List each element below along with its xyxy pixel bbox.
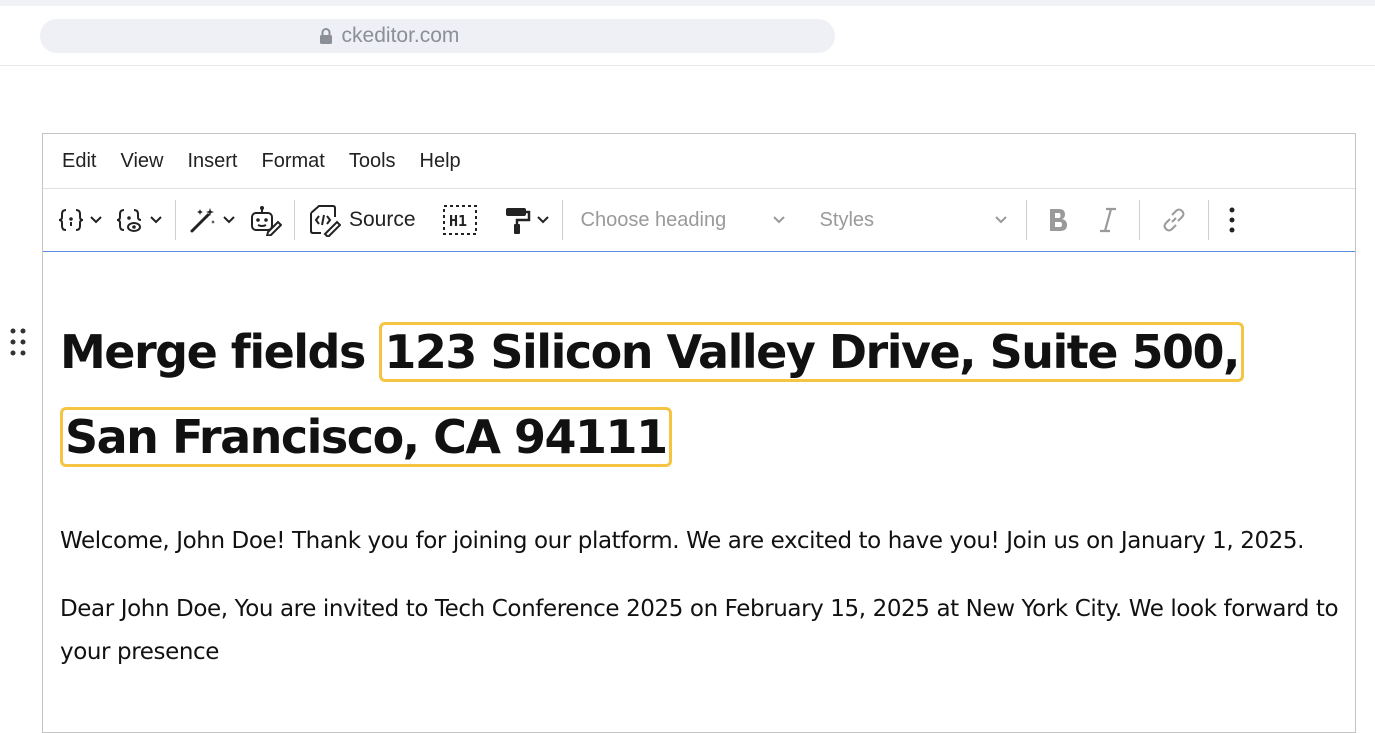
lock-icon: [319, 28, 332, 44]
more-options-button[interactable]: [1215, 198, 1249, 242]
editor: Edit View Insert Format Tools Help Sourc…: [10, 133, 1356, 733]
welcome-paragraph[interactable]: Welcome, John Doe! Thank you for joining…: [60, 520, 1339, 563]
merge-fields-preview-button[interactable]: [109, 198, 169, 242]
editable-content[interactable]: Merge fields 123 Silicon Valley Drive, S…: [10, 252, 1355, 674]
chevron-down-icon: [90, 216, 102, 224]
vertical-ellipsis-icon: [1229, 207, 1235, 233]
link-button[interactable]: [1146, 198, 1202, 242]
menu-edit[interactable]: Edit: [50, 141, 108, 181]
chevron-down-icon: [994, 216, 1007, 224]
svg-text:H1: H1: [449, 212, 467, 230]
paint-roller-icon: [505, 208, 530, 234]
toolbar-separator: [1138, 200, 1140, 240]
chevron-down-icon: [536, 216, 549, 224]
link-icon: [1163, 208, 1185, 232]
menu-help[interactable]: Help: [408, 141, 473, 181]
heading-dropdown[interactable]: Choose heading: [569, 198, 798, 242]
toolbar-separator: [175, 200, 176, 240]
toolbar-separator: [561, 200, 563, 240]
document-heading[interactable]: Merge fields 123 Silicon Valley Drive, S…: [60, 252, 1339, 480]
heading-text: Merge fields: [60, 325, 366, 379]
chevron-down-icon: [223, 216, 235, 224]
chevron-down-icon: [772, 216, 785, 224]
toolbar-separator: [1207, 200, 1209, 240]
merge-field-icon: [58, 209, 84, 231]
format-painter-button[interactable]: [498, 198, 556, 242]
drag-handle-icon[interactable]: [8, 327, 28, 359]
ai-assistant-button[interactable]: [242, 198, 288, 242]
toolbar-separator: [294, 200, 295, 240]
browser-top-strip: [0, 0, 1375, 6]
magic-wand-icon: [190, 208, 215, 233]
browser-divider: [0, 65, 1375, 66]
merge-fields-button[interactable]: [51, 198, 109, 242]
show-blocks-icon: H1: [442, 205, 477, 235]
chevron-down-icon: [150, 216, 162, 224]
italic-button[interactable]: [1083, 198, 1133, 242]
styles-dropdown-label: Styles: [819, 208, 875, 231]
source-button[interactable]: Source: [301, 198, 422, 242]
menu-view[interactable]: View: [108, 141, 175, 181]
menu-tools[interactable]: Tools: [337, 141, 408, 181]
toolbar: Source H1 Choose heading Styles: [43, 189, 1355, 252]
show-blocks-button[interactable]: H1: [436, 198, 484, 242]
menu-format[interactable]: Format: [250, 141, 337, 181]
menu-insert[interactable]: Insert: [175, 141, 249, 181]
merge-field-address-line2: Francisco, CA 94111: [171, 410, 668, 464]
merge-field-preview-icon: [116, 209, 142, 232]
menu-bar: Edit View Insert Format Tools Help: [43, 134, 1355, 189]
bold-button[interactable]: [1033, 198, 1083, 242]
bold-icon: [1049, 209, 1067, 231]
url-text: ckeditor.com: [341, 24, 460, 47]
ai-assistant-icon: [251, 206, 282, 236]
ai-commands-button[interactable]: [182, 198, 242, 242]
source-label: Source: [349, 208, 416, 231]
invitation-paragraph[interactable]: Dear John Doe, You are invited to Tech C…: [60, 588, 1339, 674]
source-icon: [310, 205, 341, 237]
styles-dropdown[interactable]: Styles: [808, 198, 1020, 242]
italic-icon: [1099, 207, 1116, 233]
address-bar[interactable]: ckeditor.com: [40, 19, 835, 53]
heading-dropdown-label: Choose heading: [580, 208, 727, 231]
toolbar-separator: [1025, 200, 1027, 240]
